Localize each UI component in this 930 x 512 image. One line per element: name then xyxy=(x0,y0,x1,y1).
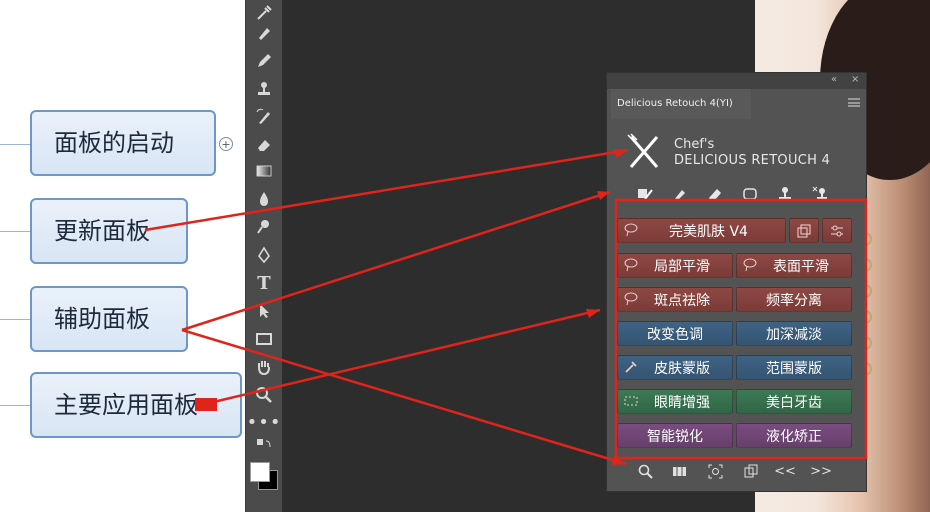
teeth-whiten-button[interactable]: 美白牙齿 xyxy=(736,389,852,414)
lasso-icon xyxy=(624,223,638,237)
zoom-icon[interactable] xyxy=(251,382,277,408)
button-label: 皮肤蒙版 xyxy=(654,360,710,377)
expand-node-icon[interactable]: + xyxy=(219,137,233,151)
dodge-burn-button[interactable]: 加深减淡 xyxy=(736,321,852,346)
swap-colors-icon[interactable] xyxy=(251,438,277,454)
type-tool-glyph: T xyxy=(257,272,271,294)
stamp-icon[interactable] xyxy=(251,76,277,102)
brush-icon[interactable] xyxy=(251,20,277,46)
mind-map-node-update-panel[interactable]: 更新面板 xyxy=(30,198,188,264)
button-label: 范围蒙版 xyxy=(766,360,822,377)
mind-map-node-label: 更新面板 xyxy=(54,217,150,245)
button-label: 加深减淡 xyxy=(766,326,822,343)
button-label: 斑点祛除 xyxy=(654,292,710,309)
local-smooth-button[interactable]: 局部平滑 xyxy=(617,253,733,278)
close-panel-icon[interactable]: × xyxy=(851,74,859,85)
prev-glyph: << xyxy=(774,463,796,479)
next-icon[interactable]: >> xyxy=(810,461,832,481)
frequency-separation-button[interactable]: 频率分离 xyxy=(736,287,852,312)
mind-map-connector xyxy=(0,231,30,232)
lasso-icon xyxy=(624,258,638,272)
compare-icon[interactable] xyxy=(669,461,689,481)
mind-map-connector xyxy=(0,144,30,145)
copy-icon xyxy=(797,224,811,237)
panel-menu-icon[interactable] xyxy=(848,98,860,107)
collapse-panel-icon[interactable]: « xyxy=(831,74,837,85)
logo-line1: Chef's xyxy=(674,137,715,152)
zoom-icon[interactable] xyxy=(635,461,655,481)
stamp-icon[interactable] xyxy=(774,183,796,205)
mind-map: 面板的启动 + 更新面板 辅助面板 主要应用面板 xyxy=(0,0,245,512)
copy-layers-button[interactable] xyxy=(789,218,819,243)
duplicate-icon[interactable] xyxy=(741,461,761,481)
change-tone-button[interactable]: 改变色调 xyxy=(617,321,733,346)
button-label: 眼睛增强 xyxy=(654,394,710,411)
mind-map-connector xyxy=(0,405,30,406)
path-select-icon[interactable] xyxy=(251,298,277,324)
button-label: 表面平滑 xyxy=(773,258,829,275)
blur-icon[interactable] xyxy=(251,186,277,212)
button-label: 局部平滑 xyxy=(654,258,710,275)
panel-tab[interactable]: Delicious Retouch 4(YI) xyxy=(611,89,751,119)
mind-map-connector xyxy=(0,319,30,320)
mind-map-node-label: 面板的启动 xyxy=(54,129,174,157)
type-icon[interactable]: T xyxy=(251,270,277,296)
mind-map-node-panel-launch[interactable]: 面板的启动 xyxy=(30,110,216,176)
button-label: 智能锐化 xyxy=(647,428,703,445)
mind-map-node-main-panel[interactable]: 主要应用面板 xyxy=(30,372,242,438)
foreground-color-swatch[interactable] xyxy=(250,462,270,482)
delicious-retouch-panel: « × Delicious Retouch 4(YI) Chef's DELIC… xyxy=(606,72,867,492)
liquify-button[interactable]: 液化矫正 xyxy=(736,423,852,448)
button-label: 液化矫正 xyxy=(766,428,822,445)
more-glyph: ••• xyxy=(246,412,282,433)
eraser-icon[interactable] xyxy=(704,183,726,205)
lasso-icon xyxy=(624,292,638,306)
range-mask-button[interactable]: 范围蒙版 xyxy=(736,355,852,380)
more-icon[interactable]: ••• xyxy=(247,410,281,436)
brush-icon[interactable] xyxy=(669,183,691,205)
smart-sharpen-button[interactable]: 智能锐化 xyxy=(617,423,733,448)
mind-map-node-auxiliary-panel[interactable]: 辅助面板 xyxy=(30,286,188,352)
mask-icon[interactable] xyxy=(634,183,656,205)
skin-mask-button[interactable]: 皮肤蒙版 xyxy=(617,355,733,380)
logo-line2: DELICIOUS RETOUCH 4 xyxy=(674,153,831,168)
eyedropper-icon xyxy=(624,360,638,374)
button-label: 频率分离 xyxy=(766,292,822,309)
settings-sliders-button[interactable] xyxy=(822,218,852,243)
rectangle-icon[interactable] xyxy=(251,326,277,352)
pen-icon[interactable] xyxy=(251,242,277,268)
stamp-cross-icon[interactable] xyxy=(809,183,831,205)
gradient-icon[interactable] xyxy=(251,158,277,184)
expand-symbol: + xyxy=(221,137,231,151)
view-icon[interactable] xyxy=(705,461,725,481)
history-brush-icon[interactable] xyxy=(251,104,277,130)
dodge-icon[interactable] xyxy=(251,214,277,240)
perfect-skin-button[interactable]: 完美肌肤 V4 xyxy=(617,218,786,243)
button-label: 美白牙齿 xyxy=(766,394,822,411)
hand-icon[interactable] xyxy=(251,354,277,380)
fork-knife-logo-icon xyxy=(625,133,663,171)
eraser-icon[interactable] xyxy=(251,132,277,158)
button-label: 完美肌肤 V4 xyxy=(669,223,748,240)
next-glyph: >> xyxy=(810,463,832,479)
tools-panel: T ••• xyxy=(245,0,283,512)
surface-smooth-button[interactable]: 表面平滑 xyxy=(736,253,852,278)
lasso-icon xyxy=(743,258,757,272)
mind-map-node-label: 主要应用面板 xyxy=(54,391,198,419)
selection-icon[interactable] xyxy=(739,183,761,205)
pencil-icon[interactable] xyxy=(251,48,277,74)
mind-map-node-label: 辅助面板 xyxy=(54,305,150,333)
panel-title-bar: « × xyxy=(607,73,866,89)
button-label: 改变色调 xyxy=(647,326,703,343)
spot-removal-button[interactable]: 斑点祛除 xyxy=(617,287,733,312)
prev-icon[interactable]: << xyxy=(774,461,796,481)
eye-enhance-button[interactable]: 眼睛增强 xyxy=(617,389,733,414)
sliders-icon xyxy=(831,225,843,236)
marquee-icon xyxy=(624,394,638,408)
